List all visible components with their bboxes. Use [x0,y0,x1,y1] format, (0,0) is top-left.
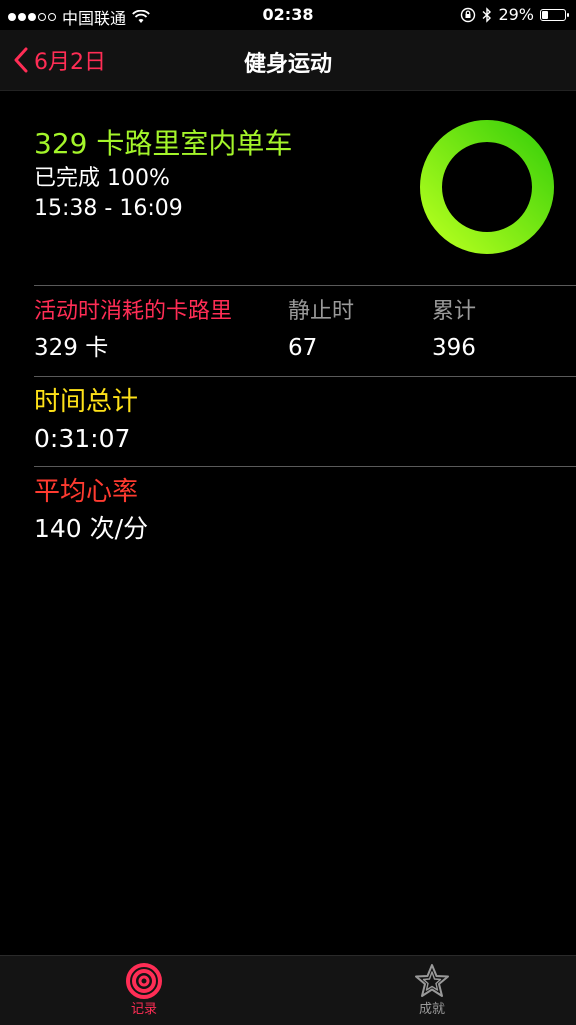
workout-title: 329 卡路里室内单车 [34,127,293,160]
duration-section: 时间总计 0:31:07 [34,384,534,458]
battery-level [542,10,549,19]
duration-value: 0:31:07 [34,424,131,453]
active-calories-label: 活动时消耗的卡路里 [34,299,233,324]
tab-bar: 记录 成就 [0,955,576,1025]
resting-calories-value: 67 [288,335,318,361]
divider [34,285,576,286]
orientation-lock-icon [461,7,476,22]
active-calories-value: 329 卡 [34,335,109,361]
divider [34,466,576,467]
total-calories: 累计 396 [432,296,476,368]
active-calories: 活动时消耗的卡路里 329 卡 [34,296,232,368]
battery-icon [540,8,569,21]
time-range: 15:38 - 16:09 [34,196,183,221]
tab-achievements-label: 成就 [418,1002,445,1017]
activity-rings-icon [126,963,162,999]
star-achievement-icon [415,964,449,997]
status-bar: 中国联通 02:38 29% [0,0,576,30]
total-calories-label: 累计 [432,299,477,324]
heart-rate-value: 140 次/分 [34,514,149,543]
completion-text: 已完成 100% [34,166,170,191]
total-calories-value: 396 [432,335,476,361]
tab-history-label: 记录 [130,1002,157,1017]
status-right: 29% [460,5,569,24]
tab-achievements[interactable]: 成就 [372,962,492,1020]
divider [34,376,576,377]
battery-percent: 29% [498,5,534,24]
heart-rate-label: 平均心率 [34,477,139,507]
calories-row: 活动时消耗的卡路里 329 卡 静止时 67 累计 396 [0,296,576,374]
activity-ring-icon [420,120,554,254]
workout-summary: 329 卡路里室内单车 已完成 100% 15:38 - 16:09 [34,124,394,224]
resting-calories: 静止时 67 [288,296,354,368]
tab-history[interactable]: 记录 [84,962,204,1020]
page-title: 健身运动 [243,52,332,77]
bluetooth-icon [482,6,492,23]
duration-label: 时间总计 [34,387,139,417]
nav-bar: 6月2日 健身运动 [0,30,576,91]
ring-progress [420,120,554,254]
resting-calories-label: 静止时 [288,299,355,324]
heart-rate-section: 平均心率 140 次/分 [34,474,534,548]
